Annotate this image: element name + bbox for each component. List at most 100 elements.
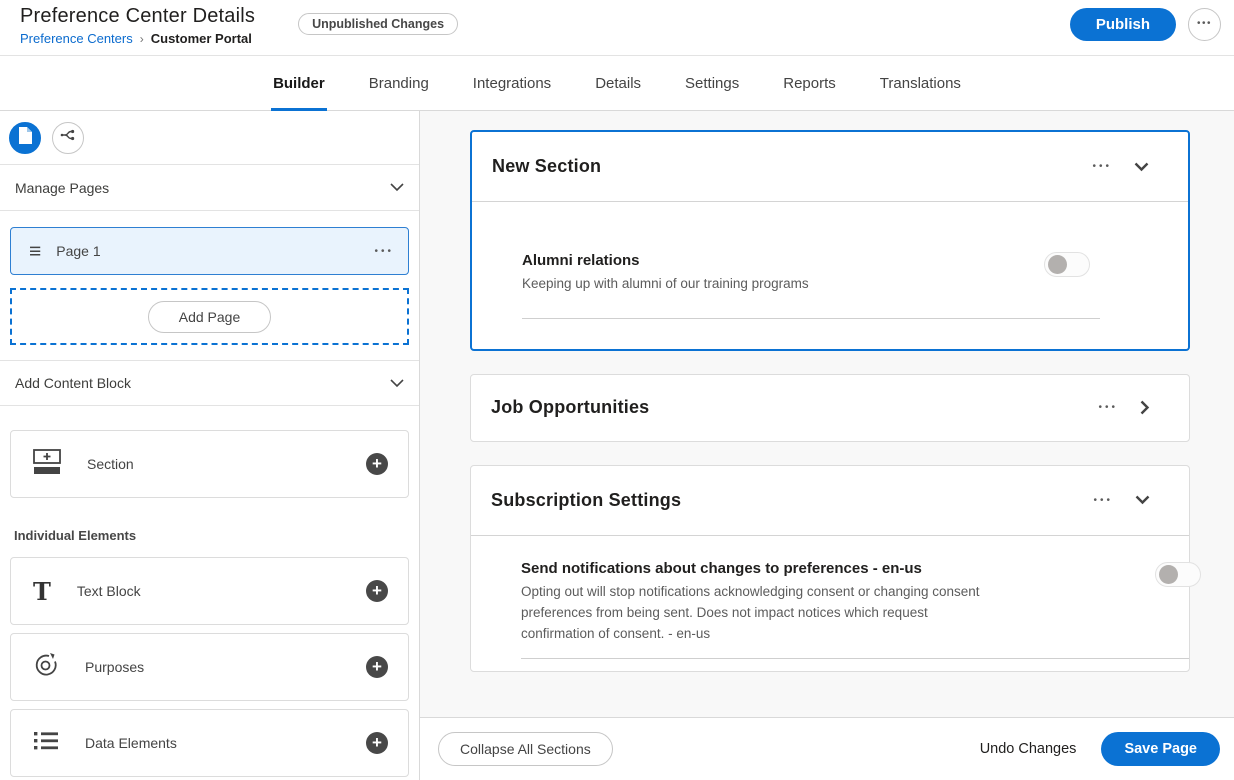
tab-bar: Builder Branding Integrations Details Se… <box>0 56 1234 111</box>
subscription-settings-body: Send notifications about changes to pref… <box>471 536 1189 671</box>
breadcrumb-link-preference-centers[interactable]: Preference Centers <box>20 31 133 46</box>
new-section-header[interactable]: New Section ••• <box>472 132 1188 202</box>
document-icon <box>18 127 33 149</box>
preference-center-app: Preference Center Details Preference Cen… <box>0 0 1234 780</box>
breadcrumb: Preference Centers › Customer Portal <box>20 31 255 46</box>
preference-title: Alumni relations <box>522 252 809 269</box>
new-section-body: Alumni relations Keeping up with alumni … <box>472 202 1188 349</box>
section-block-card[interactable]: Section + <box>10 430 409 498</box>
tab-branding[interactable]: Branding <box>367 56 431 111</box>
section-menu-button[interactable]: ••• <box>1093 495 1113 506</box>
sidebar-tools-row <box>0 111 419 165</box>
title-block: Preference Center Details Preference Cen… <box>20 4 255 46</box>
add-data-elements-button[interactable]: + <box>366 732 388 754</box>
add-content-block-label: Add Content Block <box>15 375 131 391</box>
ellipsis-icon: ••• <box>1197 18 1212 29</box>
section-card-subscription-settings[interactable]: Subscription Settings ••• Send notificat… <box>470 465 1190 672</box>
tab-details[interactable]: Details <box>593 56 643 111</box>
flow-panel-button[interactable] <box>52 122 84 154</box>
header-more-button[interactable]: ••• <box>1188 8 1221 41</box>
preference-description: Keeping up with alumni of our training p… <box>522 274 809 295</box>
preference-description: Opting out will stop notifications ackno… <box>521 582 991 645</box>
page-item-label: Page 1 <box>56 243 100 259</box>
add-purposes-button[interactable]: + <box>366 656 388 678</box>
tab-integrations[interactable]: Integrations <box>471 56 553 111</box>
purposes-label: Purposes <box>85 659 144 675</box>
chevron-down-icon <box>390 183 404 192</box>
pages-panel-button[interactable] <box>9 122 41 154</box>
canvas-footer: Collapse All Sections Undo Changes Save … <box>420 717 1234 780</box>
individual-elements-heading: Individual Elements <box>14 528 409 543</box>
manage-pages-label: Manage Pages <box>15 180 109 196</box>
page-title: Preference Center Details <box>20 4 255 28</box>
data-elements-block-card[interactable]: Data Elements + <box>10 709 409 777</box>
text-block-card[interactable]: T Text Block + <box>10 557 409 625</box>
unpublished-changes-badge: Unpublished Changes <box>298 13 458 35</box>
purposes-block-card[interactable]: Purposes + <box>10 633 409 701</box>
data-elements-label: Data Elements <box>85 735 177 751</box>
section-menu-button[interactable]: ••• <box>1098 402 1118 413</box>
add-page-button[interactable]: Add Page <box>148 301 272 333</box>
page-header: Preference Center Details Preference Cen… <box>0 0 1234 56</box>
data-elements-list-icon <box>33 730 59 757</box>
add-content-block-accordion[interactable]: Add Content Block <box>0 360 419 406</box>
preference-row-alumni-relations: Alumni relations Keeping up with alumni … <box>522 252 1188 295</box>
chevron-down-icon <box>390 379 404 388</box>
toggle-knob <box>1159 565 1178 584</box>
chevron-right-icon[interactable] <box>1140 400 1150 415</box>
page-list-item-page-1[interactable]: ≡ Page 1 ••• <box>10 227 409 275</box>
section-title: Subscription Settings <box>491 490 681 511</box>
send-notifications-toggle[interactable] <box>1155 562 1201 587</box>
breadcrumb-separator-icon: › <box>133 32 151 46</box>
alumni-relations-toggle[interactable] <box>1044 252 1090 277</box>
drag-handle-icon[interactable]: ≡ <box>29 241 41 262</box>
workspace: Manage Pages ≡ Page 1 ••• Add Page Add C… <box>0 111 1234 780</box>
publish-button[interactable]: Publish <box>1070 8 1176 41</box>
flow-branch-icon <box>60 128 76 147</box>
preference-divider <box>522 318 1100 319</box>
section-title: Job Opportunities <box>491 397 649 418</box>
page-item-menu-button[interactable]: ••• <box>374 246 394 257</box>
tab-builder[interactable]: Builder <box>271 56 327 111</box>
section-icon <box>33 449 61 480</box>
chevron-down-icon[interactable] <box>1134 162 1149 172</box>
add-section-button[interactable]: + <box>366 453 388 475</box>
text-block-label: Text Block <box>77 583 141 599</box>
collapse-all-sections-button[interactable]: Collapse All Sections <box>438 732 613 766</box>
section-controls: ••• <box>1093 495 1150 506</box>
plus-icon: + <box>372 582 382 599</box>
chevron-down-icon[interactable] <box>1135 495 1150 505</box>
pages-area: ≡ Page 1 ••• Add Page <box>0 211 419 345</box>
section-menu-button[interactable]: ••• <box>1092 161 1112 172</box>
tab-settings[interactable]: Settings <box>683 56 741 111</box>
manage-pages-accordion[interactable]: Manage Pages <box>0 165 419 211</box>
undo-changes-button[interactable]: Undo Changes <box>980 741 1077 757</box>
preference-text: Alumni relations Keeping up with alumni … <box>522 252 809 295</box>
section-controls: ••• <box>1098 400 1150 415</box>
section-card-new-section[interactable]: New Section ••• Alumni relations <box>470 130 1190 351</box>
section-block-label: Section <box>87 456 134 472</box>
plus-icon: + <box>372 658 382 675</box>
job-opportunities-header[interactable]: Job Opportunities ••• <box>471 375 1189 441</box>
add-text-block-button[interactable]: + <box>366 580 388 602</box>
preference-text: Send notifications about changes to pref… <box>521 560 991 645</box>
preference-title: Send notifications about changes to pref… <box>521 560 991 577</box>
purposes-target-icon <box>33 652 59 683</box>
section-title: New Section <box>492 156 601 177</box>
preference-row-send-notifications: Send notifications about changes to pref… <box>521 560 1189 645</box>
builder-main: New Section ••• Alumni relations <box>420 111 1234 780</box>
breadcrumb-current: Customer Portal <box>151 31 252 46</box>
text-block-icon: T <box>33 577 51 606</box>
section-card-job-opportunities[interactable]: Job Opportunities ••• <box>470 374 1190 442</box>
toggle-knob <box>1048 255 1067 274</box>
page-canvas: New Section ••• Alumni relations <box>420 111 1234 717</box>
tab-reports[interactable]: Reports <box>781 56 838 111</box>
builder-sidebar: Manage Pages ≡ Page 1 ••• Add Page Add C… <box>0 111 420 780</box>
content-blocks-area: Section + Individual Elements T Text Blo… <box>0 406 419 777</box>
tab-translations[interactable]: Translations <box>878 56 963 111</box>
save-page-button[interactable]: Save Page <box>1101 732 1220 766</box>
preference-divider <box>521 658 1189 659</box>
subscription-settings-header[interactable]: Subscription Settings ••• <box>471 466 1189 536</box>
add-page-dropzone: Add Page <box>10 288 409 345</box>
plus-icon: + <box>372 734 382 751</box>
